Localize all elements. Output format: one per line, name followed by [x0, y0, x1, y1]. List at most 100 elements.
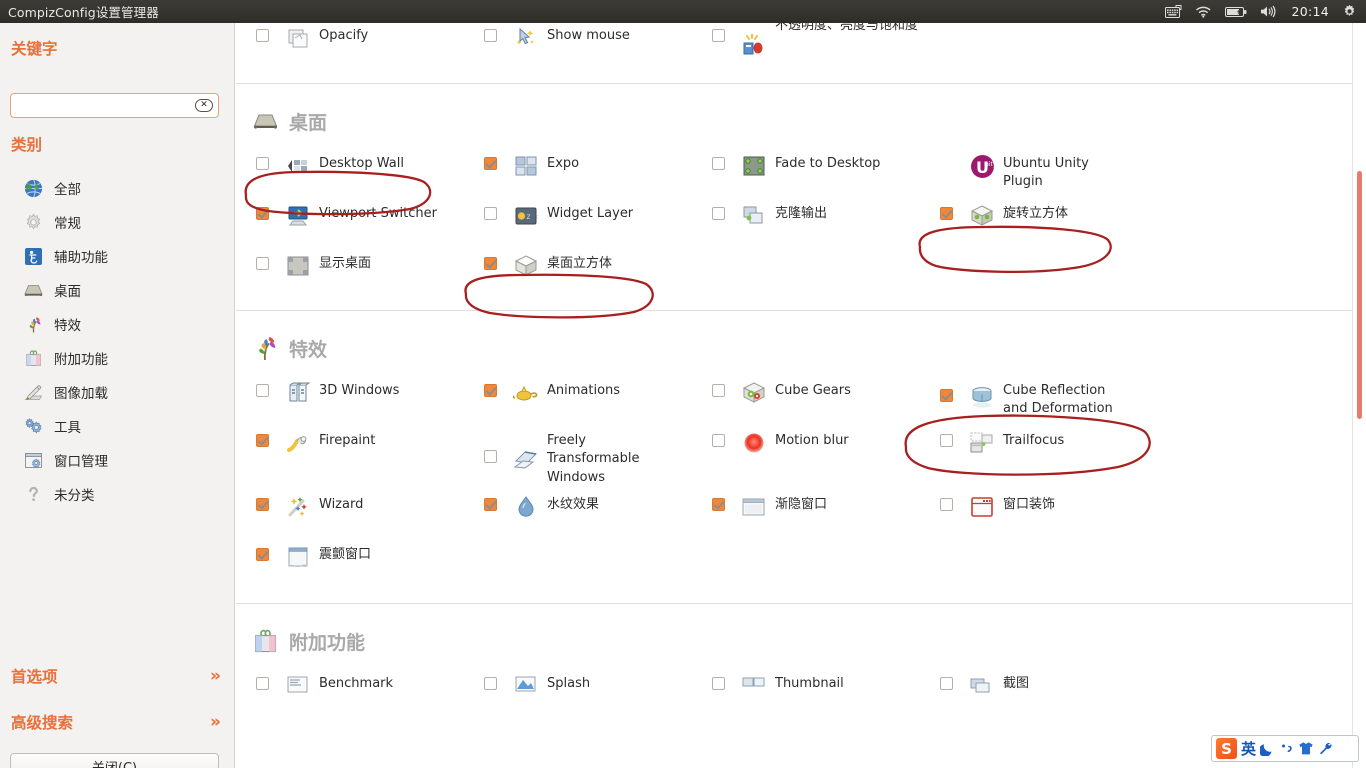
sidebar-item-uncategorized[interactable]: 未分类	[0, 477, 234, 511]
plugin-item-trailfocus[interactable]: Trailfocus	[940, 423, 1205, 487]
plugin-item-desktop-cube[interactable]: 桌面立方体	[484, 246, 712, 296]
plugin-item[interactable]: 不透明度、亮度与饱和度	[712, 23, 940, 63]
sidebar-item-general[interactable]: 常规	[0, 205, 234, 239]
plugin-item-clone-output[interactable]: 克隆输出	[712, 196, 940, 246]
plugin-item-wobbly-windows[interactable]: 震颤窗口	[256, 537, 484, 587]
sidebar-item-accessibility[interactable]: 辅助功能	[0, 239, 234, 273]
plugin-label: 渐隐窗口	[775, 497, 828, 513]
plugin-item-motion-blur[interactable]: Motion blur	[712, 423, 940, 487]
plugin-checkbox[interactable]	[484, 498, 497, 512]
wifi-icon[interactable]	[1195, 5, 1212, 18]
advanced-search-link[interactable]: 高级搜索 »	[0, 707, 234, 737]
plugin-checkbox[interactable]	[484, 677, 497, 691]
plugin-checkbox[interactable]	[940, 207, 953, 220]
plugin-checkbox[interactable]	[484, 257, 497, 270]
plugin-checkbox[interactable]	[256, 29, 269, 42]
plugin-checkbox[interactable]	[712, 207, 725, 220]
clock[interactable]: 20:14	[1291, 4, 1329, 19]
plugin-checkbox[interactable]	[484, 207, 497, 220]
plugin-item-freely-transformable-windows[interactable]: Freely Transformable Windows	[484, 423, 712, 487]
plugin-checkbox[interactable]	[712, 498, 725, 512]
sidebar-item-window-management[interactable]: 窗口管理	[0, 443, 234, 477]
plugin-item-water-effect[interactable]: 水纹效果	[484, 487, 712, 537]
plugin-list-panel[interactable]: Opacify Show mouse 不透明度、亮度与饱和度 桌面 Deskto…	[236, 23, 1366, 768]
plugin-checkbox[interactable]	[256, 498, 269, 512]
plugin-item-viewport-switcher[interactable]: Viewport Switcher	[256, 196, 484, 246]
sidebar-item-effects[interactable]: 特效	[0, 307, 234, 341]
plugin-checkbox[interactable]	[256, 384, 269, 397]
plugin-checkbox[interactable]	[940, 389, 953, 402]
close-button[interactable]: 关闭(C)	[10, 753, 219, 768]
plugin-item-cube-reflection[interactable]: Cube Reflection and Deformation	[940, 373, 1205, 423]
sogou-logo-icon[interactable]: S	[1216, 738, 1237, 759]
sidebar-item-extras[interactable]: 附加功能	[0, 341, 234, 375]
plugin-item[interactable]: Show mouse	[484, 23, 712, 63]
volume-icon[interactable]	[1260, 5, 1278, 18]
clear-search-icon[interactable]: ✕	[195, 99, 213, 112]
plugin-checkbox[interactable]	[484, 384, 497, 397]
plugin-item-rotate-cube[interactable]: 旋转立方体	[940, 196, 1205, 246]
plugin-checkbox[interactable]	[712, 29, 725, 42]
plugin-item-show-desktop[interactable]: 显示桌面	[256, 246, 484, 296]
plugin-checkbox[interactable]	[256, 257, 269, 270]
plugin-item-firepaint[interactable]: Firepaint	[256, 423, 484, 487]
plugin-item-wizard[interactable]: Wizard	[256, 487, 484, 537]
plugin-checkbox[interactable]	[712, 384, 725, 397]
plugin-item-screenshot[interactable]: 截图	[940, 666, 1205, 716]
plugin-checkbox[interactable]	[256, 548, 269, 562]
search-box[interactable]: ✕	[10, 93, 219, 118]
top-panel: CompizConfig设置管理器 20:14	[0, 0, 1366, 23]
plugin-checkbox[interactable]	[940, 434, 953, 447]
battery-icon[interactable]	[1225, 6, 1247, 18]
keyboard-icon[interactable]	[1165, 5, 1182, 18]
preferences-label: 首选项	[11, 668, 58, 686]
plugin-label: Show mouse	[547, 28, 630, 43]
plugin-label: Motion blur	[775, 433, 849, 448]
preferences-link[interactable]: 首选项 »	[0, 661, 234, 691]
vertical-scrollbar-thumb[interactable]	[1357, 171, 1362, 419]
comma-icon[interactable]	[1279, 741, 1294, 756]
plugin-checkbox[interactable]	[484, 157, 497, 170]
plugin-item-benchmark[interactable]: Benchmark	[256, 666, 484, 716]
plugin-item-animations[interactable]: Animations	[484, 373, 712, 423]
plugin-item-fading-windows[interactable]: 渐隐窗口	[712, 487, 940, 537]
wrench-icon[interactable]	[1318, 741, 1333, 756]
plugin-checkbox[interactable]	[940, 498, 953, 512]
sidebar-item-image-loading[interactable]: 图像加载	[0, 375, 234, 409]
gear-icon[interactable]	[1342, 4, 1357, 19]
plugin-item-fade-to-desktop[interactable]: Fade to Desktop	[712, 146, 940, 196]
plugin-label: Expo	[547, 156, 580, 171]
plugin-item-ubuntu-unity-plugin[interactable]: Unity Ubuntu Unity Plugin	[940, 146, 1205, 196]
sidebar-item-label: 窗口管理	[54, 454, 108, 470]
ime-language-toggle[interactable]: 英	[1241, 738, 1256, 759]
plugin-item-expo[interactable]: Expo	[484, 146, 712, 196]
sidebar-item-desktop[interactable]: 桌面	[0, 273, 234, 307]
plugin-checkbox[interactable]	[712, 434, 725, 447]
ime-toolbar[interactable]: S 英	[1211, 735, 1359, 762]
plugin-item[interactable]: Opacify	[256, 23, 484, 63]
plugin-checkbox[interactable]	[484, 450, 497, 463]
effects-icon	[250, 333, 280, 363]
plugin-checkbox[interactable]	[256, 207, 269, 220]
plugin-item-cube-gears[interactable]: Cube Gears	[712, 373, 940, 423]
plugin-item-3d-windows[interactable]: 3D Windows	[256, 373, 484, 423]
shirt-icon[interactable]	[1298, 741, 1314, 756]
plugin-checkbox[interactable]	[484, 29, 497, 42]
plugin-checkbox[interactable]	[712, 677, 725, 691]
vertical-scrollbar-track[interactable]	[1352, 23, 1366, 768]
plugin-checkbox[interactable]	[256, 434, 269, 447]
plugin-item-thumbnail[interactable]: Thumbnail	[712, 666, 940, 716]
plugin-item-splash[interactable]: Splash	[484, 666, 712, 716]
plugin-checkbox[interactable]	[712, 157, 725, 170]
plugin-checkbox[interactable]	[256, 677, 269, 691]
search-input[interactable]	[11, 94, 195, 117]
plugin-checkbox[interactable]	[256, 157, 269, 170]
sidebar-item-tools[interactable]: 工具	[0, 409, 234, 443]
sidebar-item-all[interactable]: 全部	[0, 171, 234, 205]
plugin-item-window-decoration[interactable]: 窗口装饰	[940, 487, 1205, 537]
moon-icon[interactable]	[1260, 741, 1275, 756]
plugin-checkbox[interactable]	[940, 677, 953, 691]
plugin-item-widget-layer[interactable]: z c Widget Layer	[484, 196, 712, 246]
plugin-item-desktop-wall[interactable]: Desktop Wall	[256, 146, 484, 196]
keyword-heading: 关键字	[11, 40, 58, 58]
